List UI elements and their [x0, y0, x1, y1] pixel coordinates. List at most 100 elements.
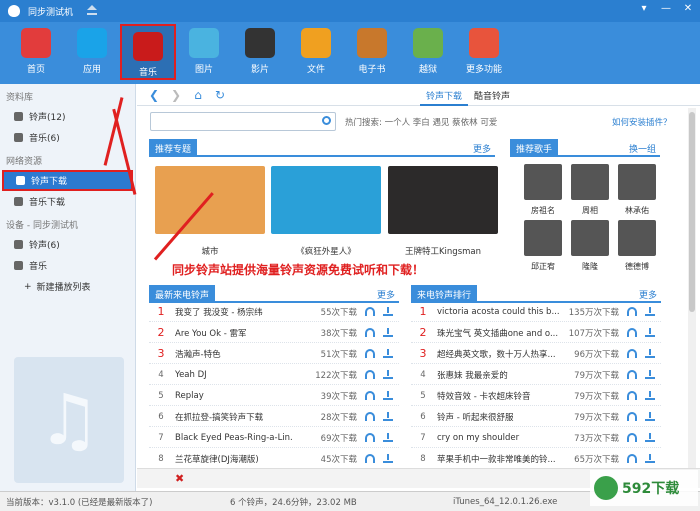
- ringtone-name[interactable]: 珠光宝气 英文插曲one and o...: [437, 327, 567, 339]
- ringtone-name[interactable]: 超经典英文歌，数十万人热享...: [437, 348, 567, 360]
- tab-ringtone-download[interactable]: 铃声下载: [420, 84, 469, 106]
- download-icon[interactable]: [645, 454, 655, 463]
- sidebar-item-ringtone-download[interactable]: 铃声下载: [2, 170, 133, 191]
- ranking-more-link[interactable]: 更多: [639, 288, 657, 301]
- headphones-icon[interactable]: [627, 391, 637, 400]
- list-item[interactable]: 8 兰花草旋律(DJ海潮版) 45次下载: [149, 449, 399, 469]
- headphones-icon[interactable]: [365, 433, 375, 442]
- close-button[interactable]: ✕: [682, 3, 694, 14]
- download-icon[interactable]: [383, 433, 393, 442]
- refresh-icon[interactable]: ↻: [209, 88, 231, 102]
- featured-card-home[interactable]: [271, 166, 381, 234]
- list-item[interactable]: 1 我变了 我没变 - 杨宗纬 55次下载: [149, 302, 399, 322]
- download-icon[interactable]: [645, 433, 655, 442]
- ringtone-name[interactable]: 浩瀚声-特色: [175, 348, 293, 360]
- download-icon[interactable]: [383, 328, 393, 337]
- download-icon[interactable]: [383, 391, 393, 400]
- toolbar-home-button[interactable]: 首页: [8, 22, 64, 80]
- download-icon[interactable]: [383, 412, 393, 421]
- latest-more-link[interactable]: 更多: [377, 288, 395, 301]
- download-icon[interactable]: [645, 307, 655, 316]
- download-icon[interactable]: [645, 349, 655, 358]
- eject-icon[interactable]: [87, 5, 98, 15]
- headphones-icon[interactable]: [365, 391, 375, 400]
- headphones-icon[interactable]: [627, 433, 637, 442]
- ringtone-name[interactable]: Yeah DJ: [175, 370, 293, 380]
- list-item[interactable]: 3 超经典英文歌，数十万人热享... 96万次下载: [411, 344, 661, 364]
- download-icon[interactable]: [645, 391, 655, 400]
- list-item[interactable]: 6 在抓拉登-搞笑铃声下载 28次下载: [149, 407, 399, 427]
- scrollbar-thumb[interactable]: [689, 112, 695, 312]
- search-input[interactable]: [150, 112, 336, 131]
- singer-avatar[interactable]: [524, 220, 562, 256]
- singer-name[interactable]: 德德博: [614, 261, 660, 272]
- list-item[interactable]: 3 浩瀚声-特色 51次下载: [149, 344, 399, 364]
- headphones-icon[interactable]: [627, 307, 637, 316]
- headphones-icon[interactable]: [365, 370, 375, 379]
- headphones-icon[interactable]: [365, 328, 375, 337]
- toolbar-ebooks-button[interactable]: 电子书: [344, 22, 400, 80]
- sidebar-item-device-music[interactable]: 音乐: [0, 255, 135, 276]
- ringtone-name[interactable]: Black Eyed Peas-Ring-a-Lin...: [175, 433, 293, 443]
- tab-kuyin-ringtones[interactable]: 酷音铃声: [468, 84, 516, 106]
- menu-dropdown-button[interactable]: ▾: [638, 3, 650, 14]
- headphones-icon[interactable]: [627, 370, 637, 379]
- toolbar-jailbreak-button[interactable]: 越狱: [400, 22, 456, 80]
- headphones-icon[interactable]: [365, 454, 375, 463]
- search-icon[interactable]: [322, 116, 331, 125]
- singers-refresh-link[interactable]: 换一组: [629, 142, 656, 155]
- featured-caption[interactable]: 《疯狂外星人》: [271, 245, 381, 257]
- featured-caption[interactable]: 王牌特工Kingsman: [388, 245, 498, 257]
- singer-avatar[interactable]: [618, 220, 656, 256]
- ringtone-name[interactable]: 兰花草旋律(DJ海潮版): [175, 453, 293, 465]
- headphones-icon[interactable]: [365, 412, 375, 421]
- ringtone-name[interactable]: 苹果手机中一款非常唯美的铃...: [437, 453, 567, 465]
- list-item[interactable]: 4 Yeah DJ 122次下载: [149, 365, 399, 385]
- list-item[interactable]: 5 Replay 39次下载: [149, 386, 399, 406]
- headphones-icon[interactable]: [627, 412, 637, 421]
- list-item[interactable]: 1 victoria acosta could this b... 135万次下载: [411, 302, 661, 322]
- download-icon[interactable]: [383, 349, 393, 358]
- ringtone-name[interactable]: victoria acosta could this b...: [437, 307, 567, 317]
- sidebar-item-music-download[interactable]: 音乐下载: [0, 191, 135, 212]
- headphones-icon[interactable]: [627, 349, 637, 358]
- singer-name[interactable]: 周相: [567, 205, 613, 216]
- forward-arrow-icon[interactable]: ❯: [165, 88, 187, 102]
- download-icon[interactable]: [383, 370, 393, 379]
- singer-avatar[interactable]: [571, 164, 609, 200]
- featured-card-kingsman[interactable]: [388, 166, 498, 234]
- list-item[interactable]: 7 cry on my shoulder 73万次下载: [411, 428, 661, 448]
- vertical-scrollbar[interactable]: [688, 108, 696, 468]
- list-item[interactable]: 7 Black Eyed Peas-Ring-a-Lin... 69次下载: [149, 428, 399, 448]
- ringtone-name[interactable]: 在抓拉登-搞笑铃声下载: [175, 411, 293, 423]
- new-playlist-button[interactable]: + 新建播放列表: [0, 276, 135, 297]
- singer-avatar[interactable]: [524, 164, 562, 200]
- ringtone-name[interactable]: Replay: [175, 391, 293, 401]
- singer-name[interactable]: 邱正宥: [520, 261, 566, 272]
- singer-name[interactable]: 隆隆: [567, 261, 613, 272]
- toolbar-apps-button[interactable]: 应用: [64, 22, 120, 80]
- download-icon[interactable]: [645, 370, 655, 379]
- headphones-icon[interactable]: [365, 307, 375, 316]
- install-plugin-link[interactable]: 如何安装插件？: [612, 116, 672, 128]
- singer-name[interactable]: 林承佑: [614, 205, 660, 216]
- headphones-icon[interactable]: [627, 454, 637, 463]
- singer-name[interactable]: 房祖名: [520, 205, 566, 216]
- back-arrow-icon[interactable]: ❮: [143, 88, 165, 102]
- toolbar-photos-button[interactable]: 图片: [176, 22, 232, 80]
- download-icon[interactable]: [383, 454, 393, 463]
- ringtone-name[interactable]: cry on my shoulder: [437, 433, 567, 443]
- list-item[interactable]: 2 珠光宝气 英文插曲one and o... 107万次下载: [411, 323, 661, 343]
- list-item[interactable]: 8 苹果手机中一款非常唯美的铃... 65万次下载: [411, 449, 661, 469]
- toolbar-files-button[interactable]: 文件: [288, 22, 344, 80]
- headphones-icon[interactable]: [365, 349, 375, 358]
- ringtone-name[interactable]: 我变了 我没变 - 杨宗纬: [175, 306, 293, 318]
- toolbar-videos-button[interactable]: 影片: [232, 22, 288, 80]
- featured-more-link[interactable]: 更多: [473, 142, 491, 155]
- headphones-icon[interactable]: [627, 328, 637, 337]
- toolbar-music-button[interactable]: 音乐: [120, 24, 176, 80]
- download-icon[interactable]: [645, 412, 655, 421]
- list-item[interactable]: 2 Are You Ok - 雷军 38次下载: [149, 323, 399, 343]
- ringtone-name[interactable]: 张惠妹 我最亲爱的: [437, 369, 567, 381]
- ringtone-name[interactable]: 特效音效 - 卡农超床铃音: [437, 390, 567, 402]
